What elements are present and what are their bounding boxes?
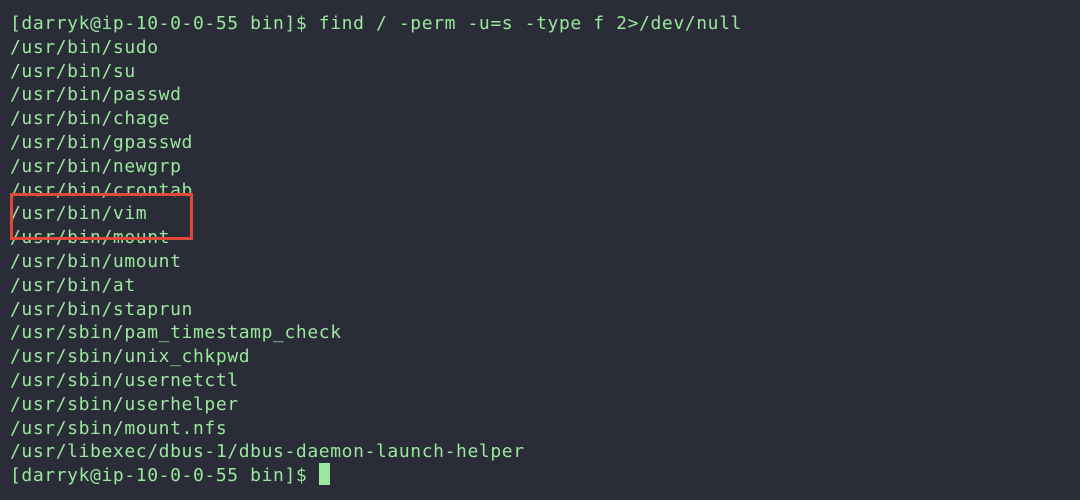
output-line-at: /usr/bin/at	[10, 274, 136, 296]
output-line-newgrp: /usr/bin/newgrp	[10, 155, 182, 177]
final-shell-prompt: [darryk@ip-10-0-0-55 bin]$	[10, 465, 319, 487]
output-line-mount-nfs: /usr/sbin/mount.nfs	[10, 417, 228, 439]
terminal-window[interactable]: [darryk@ip-10-0-0-55 bin]$ find / -perm …	[0, 0, 1080, 500]
output-line-sudo: /usr/bin/sudo	[10, 36, 159, 58]
text-cursor	[318, 463, 330, 486]
output-line-gpasswd: /usr/bin/gpasswd	[10, 131, 193, 153]
output-line-su: /usr/bin/su	[10, 60, 136, 82]
output-line-passwd: /usr/bin/passwd	[10, 84, 182, 106]
final-prompt-line[interactable]: [darryk@ip-10-0-0-55 bin]$	[10, 463, 1080, 488]
output-line-chage: /usr/bin/chage	[10, 108, 171, 130]
output-line-staprun: /usr/bin/staprun	[10, 298, 193, 320]
output-line-dbus-daemon-launch-helper: /usr/libexec/dbus-1/dbus-daemon-launch-h…	[10, 441, 525, 463]
output-line-userhelper: /usr/sbin/userhelper	[10, 393, 239, 415]
output-line-unix-chkpwd: /usr/sbin/unix_chkpwd	[10, 346, 251, 368]
command-text: find / -perm -u=s -type f 2>/dev/null	[318, 13, 742, 34]
command-line: [darryk@ip-10-0-0-55 bin]$ find / -perm …	[10, 12, 1080, 36]
output-line-mount: /usr/bin/mount	[10, 227, 171, 249]
output-line-pam-timestamp-check: /usr/sbin/pam_timestamp_check	[10, 322, 342, 344]
shell-prompt: [darryk@ip-10-0-0-55 bin]$	[10, 13, 319, 34]
output-line-usernetctl: /usr/sbin/usernetctl	[10, 369, 239, 391]
output-line-umount: /usr/bin/umount	[10, 250, 182, 272]
output-line-vim: /usr/bin/vim	[10, 203, 148, 225]
output-line-crontab: /usr/bin/crontab	[10, 179, 193, 201]
